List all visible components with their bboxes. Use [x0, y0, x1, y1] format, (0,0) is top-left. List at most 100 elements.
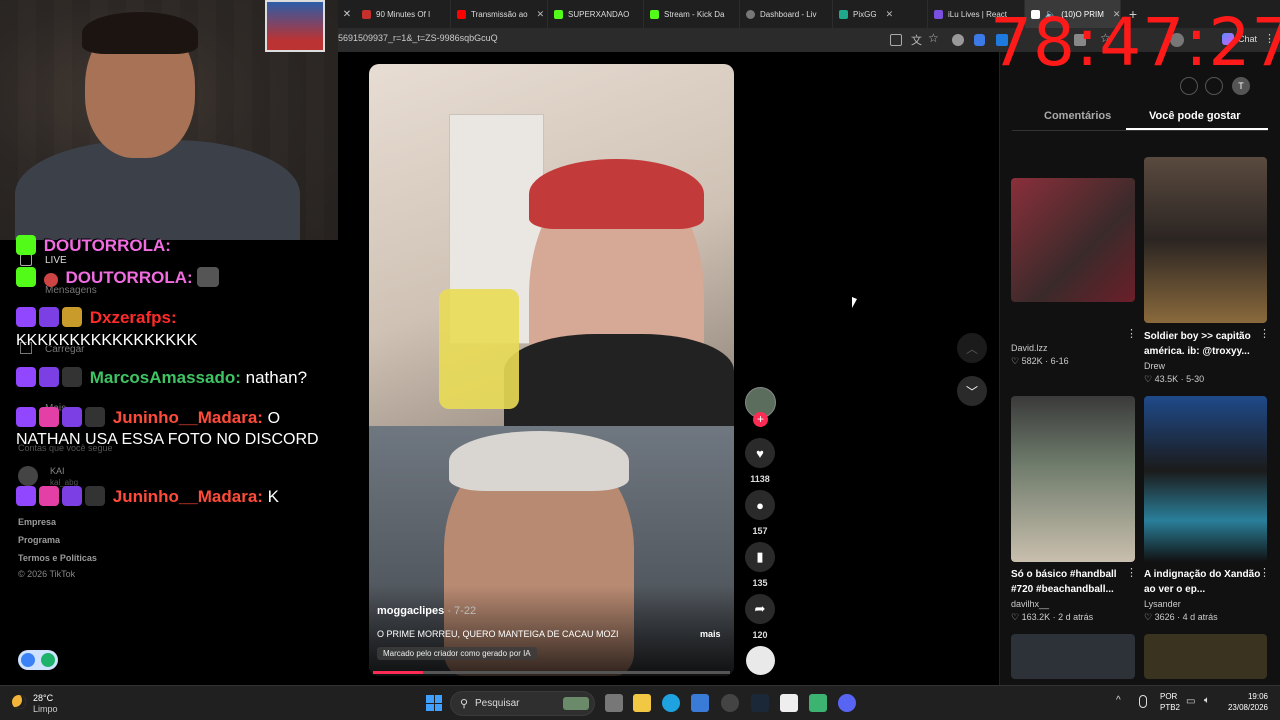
input-language[interactable]: POR	[1160, 692, 1177, 701]
toggle-knob	[21, 653, 35, 667]
card-title[interactable]: A indignação do Xandão ao ver o ep...	[1144, 567, 1262, 597]
toggle-pill[interactable]	[18, 650, 58, 670]
like-button[interactable]: ♥	[745, 438, 775, 468]
moon-weather-icon	[12, 695, 26, 709]
avatar[interactable]	[18, 466, 38, 486]
notion-icon[interactable]	[780, 694, 798, 712]
close-icon[interactable]: ✕	[886, 9, 894, 20]
card-stats: ♡ 163.2K · 2 d atrás	[1011, 612, 1094, 622]
search-highlight-icon	[563, 697, 589, 710]
video-progress-track[interactable]	[373, 671, 730, 674]
file-explorer-icon[interactable]	[633, 694, 651, 712]
card-likes: 163.2K	[1021, 612, 1051, 622]
share-button[interactable]: ➦	[745, 594, 775, 624]
more-options-icon[interactable]: ⋮	[1126, 566, 1137, 579]
network-icon[interactable]: ▭	[1186, 696, 1195, 707]
shield-icon[interactable]	[974, 34, 985, 46]
star-badge-icon	[39, 307, 59, 327]
heart-badge-icon	[39, 407, 59, 427]
footer-link[interactable]: Termos e Políticas	[18, 553, 97, 563]
clock-date[interactable]: 23/08/2026	[1220, 703, 1268, 712]
video-thumbnail[interactable]	[1011, 178, 1135, 302]
save-button[interactable]: ▮	[745, 542, 775, 572]
close-icon[interactable]: ✕	[537, 9, 545, 20]
windows-logo-tile	[426, 695, 434, 703]
footer-link[interactable]: Empresa	[18, 517, 56, 527]
previous-video-button[interactable]: ︿	[957, 333, 987, 363]
comment-icon: ●	[756, 497, 764, 513]
chevron-up-icon[interactable]: ^	[1116, 695, 1121, 706]
more-options-icon[interactable]: ⋮	[1259, 566, 1270, 579]
footer-link[interactable]: Programa	[18, 535, 60, 545]
tab-label: SUPERXANDAO	[568, 9, 630, 19]
weather-temp[interactable]: 28°C	[33, 693, 53, 703]
more-options-icon[interactable]: ⋮	[1126, 327, 1137, 340]
tab-4[interactable]: Stream - Kick Da	[644, 0, 740, 28]
tab-1[interactable]: 90 Minutes Of I	[356, 0, 451, 28]
card-author[interactable]: David.lzz	[1011, 343, 1048, 353]
tab-5[interactable]: Dashboard - Liv	[740, 0, 833, 28]
url-text[interactable]: 5691509937_r=1&_t=ZS-9986sqbGcuQ	[338, 33, 498, 43]
task-view-icon[interactable]	[605, 694, 623, 712]
sound-disc-icon[interactable]	[746, 646, 775, 675]
app-icon[interactable]	[809, 694, 827, 712]
chat-username: Dxzerafps:	[89, 308, 177, 327]
clock-time[interactable]: 19:06	[1244, 692, 1268, 701]
card-author[interactable]: davilhx__	[1011, 599, 1049, 609]
star-icon[interactable]: ☆	[928, 31, 939, 45]
card-author[interactable]: Drew	[1144, 361, 1165, 371]
card-date: 4 d atrás	[1182, 612, 1218, 622]
twitch-badge-icon	[16, 407, 36, 427]
card-author[interactable]: Lysander	[1144, 599, 1181, 609]
extension-icon[interactable]	[952, 34, 964, 46]
follow-plus-icon[interactable]: +	[753, 412, 768, 427]
power-icon	[41, 653, 55, 667]
video-thumbnail[interactable]	[1011, 396, 1135, 562]
tab-label: Dashboard - Liv	[760, 9, 817, 19]
following-user[interactable]: KAI	[50, 466, 65, 476]
clapper-badge-icon	[62, 367, 82, 387]
taskbar-search[interactable]: ⚲ Pesquisar	[450, 691, 595, 716]
discord-icon[interactable]	[838, 694, 856, 712]
tab-recommended[interactable]: Você pode gostar	[1149, 110, 1240, 122]
microphone-icon[interactable]	[1139, 695, 1147, 708]
video-thumbnail[interactable]	[1144, 634, 1267, 679]
comment-button[interactable]: ●	[745, 490, 775, 520]
tab-comments[interactable]: Comentários	[1044, 110, 1111, 122]
tab-6[interactable]: PixGG ✕	[833, 0, 928, 28]
kick-icon	[554, 9, 563, 19]
ai-generated-label: Marcado pelo criador como gerado por IA	[377, 647, 537, 660]
more-link[interactable]: mais	[700, 629, 721, 639]
superman-poster	[265, 0, 325, 52]
video-frame-top[interactable]	[369, 64, 734, 426]
windows-start-icon[interactable]	[426, 695, 442, 711]
twitch-badge-icon	[16, 367, 36, 387]
ilu-icon	[934, 9, 943, 19]
card-title[interactable]: Soldier boy >> capitão américa. ib: @tro…	[1144, 329, 1262, 359]
tab-2[interactable]: Transmissão ao ✕	[451, 0, 548, 28]
chat-username: MarcosAmassado:	[89, 368, 241, 387]
close-icon[interactable]: ✕	[338, 9, 356, 20]
install-app-icon[interactable]	[890, 34, 902, 46]
video-thumbnail[interactable]	[1144, 396, 1267, 562]
video-thumbnail[interactable]	[1144, 157, 1267, 323]
chat-username: DOUTORROLA:	[43, 236, 171, 255]
card-title[interactable]: Só o básico #handball #720 #beachandball…	[1011, 567, 1129, 597]
weather-desc[interactable]: Limpo	[33, 704, 58, 714]
author-name[interactable]: moggaclipes	[377, 605, 444, 617]
video-author[interactable]: moggaclipes · 7-22	[377, 605, 476, 617]
next-video-button[interactable]: ﹀	[957, 376, 987, 406]
edge-icon[interactable]	[662, 694, 680, 712]
youtube-icon	[362, 9, 371, 19]
keyboard-layout[interactable]: PTB2	[1160, 703, 1180, 712]
video-thumbnail[interactable]	[1011, 634, 1135, 679]
card-date: 6-16	[1050, 356, 1069, 366]
more-options-icon[interactable]: ⋮	[1259, 327, 1270, 340]
tab-3[interactable]: SUPERXANDAO	[548, 0, 644, 28]
comment-count: 157	[752, 526, 768, 536]
volume-icon[interactable]: 🔈︎	[1204, 695, 1210, 706]
steam-icon[interactable]	[751, 694, 769, 712]
photos-icon[interactable]	[691, 694, 709, 712]
translate-icon[interactable]: 文	[911, 32, 922, 48]
obs-icon[interactable]	[721, 694, 739, 712]
